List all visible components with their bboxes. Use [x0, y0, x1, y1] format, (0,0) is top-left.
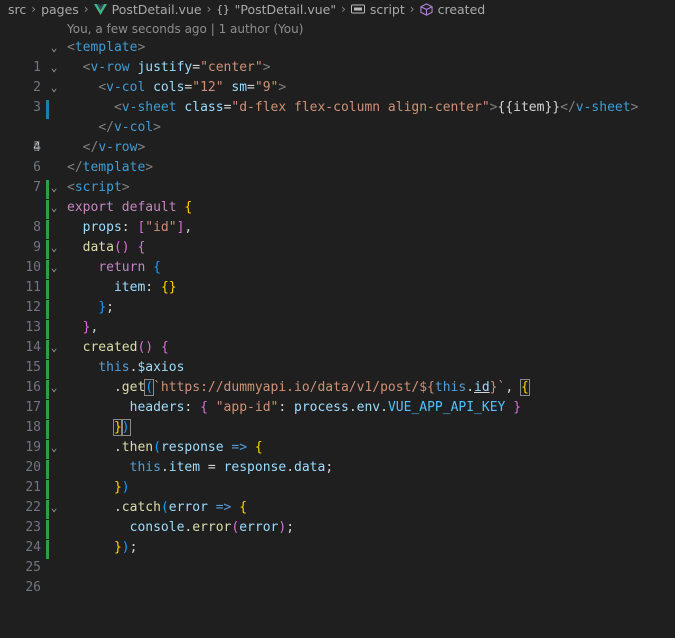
braces-icon: {} [216, 2, 230, 16]
git-added-marker[interactable] [46, 420, 49, 439]
code-text: item: {} [113, 280, 177, 295]
code-line[interactable]: 20 }) [0, 418, 675, 475]
chevron-down-icon[interactable]: ⌄ [48, 438, 60, 458]
chevron-down-icon[interactable]: ⌄ [48, 178, 60, 198]
code-line[interactable]: 19 headers: { "app-id": process.env.VUE_… [0, 398, 675, 455]
breadcrumb-created-label: created [437, 1, 486, 17]
breadcrumb-module-label: "PostDetail.vue" [234, 1, 337, 17]
code-line[interactable]: 25 console.error(error); [0, 518, 675, 575]
element-icon [350, 4, 365, 14]
chevron-right-icon: › [83, 2, 89, 16]
chevron-down-icon[interactable]: ⌄ [48, 238, 60, 258]
code-line[interactable]: 13 item: {} [0, 278, 675, 335]
chevron-right-icon: › [31, 2, 37, 16]
code-line[interactable]: 8 ⌄ <script> [0, 178, 675, 235]
code-text: data() { [82, 240, 146, 255]
git-added-marker[interactable] [46, 400, 49, 419]
git-blame-codelens[interactable]: You, a few seconds ago | 1 author (You) [0, 18, 675, 40]
code-text: </template> [67, 160, 154, 175]
code-text: export default { [67, 200, 193, 215]
code-text: </v-col> [98, 120, 161, 135]
code-line[interactable]: 17 this.$axios [0, 358, 675, 415]
code-line[interactable]: 3 ⌄ <v-col cols="12" sm="9"> [0, 78, 675, 115]
code-line[interactable]: 1 ⌄ <template> [0, 38, 675, 75]
git-added-marker[interactable] [46, 280, 49, 299]
code-line[interactable]: 6 </v-row> [0, 138, 675, 175]
code-text: .catch(error => { [113, 500, 248, 515]
git-added-marker[interactable] [46, 540, 49, 559]
code-text: <template> [67, 40, 146, 55]
git-modified-marker[interactable] [46, 100, 49, 119]
chevron-down-icon[interactable]: ⌄ [48, 198, 60, 218]
chevron-down-icon[interactable]: ⌄ [48, 58, 60, 78]
code-line[interactable]: 12 ⌄ return { [0, 258, 675, 315]
code-line[interactable]: 7 </template> [0, 158, 675, 195]
chevron-right-icon: › [206, 2, 212, 16]
chevron-down-icon[interactable]: ⌄ [48, 78, 60, 98]
code-line[interactable]: 4 <v-sheet class="d-flex flex-column ali… [0, 98, 675, 155]
code-text: </v-row> [82, 140, 146, 155]
code-text: <v-sheet class="d-flex flex-column align… [113, 100, 639, 115]
code-text: created() { [82, 340, 169, 355]
breadcrumb-pages[interactable]: pages [41, 2, 79, 17]
code-line[interactable]: 11 ⌄ data() { [0, 238, 675, 295]
code-text: .get(`https://dummyapi.io/data/v1/post/$… [113, 379, 530, 396]
git-added-marker[interactable] [46, 460, 49, 479]
code-text: <v-row justify="center"> [82, 60, 271, 75]
code-text: }, [82, 320, 99, 335]
chevron-right-icon: › [341, 2, 346, 16]
code-line[interactable]: 21 ⌄ .then(response => { [0, 438, 675, 495]
code-text: return { [98, 260, 161, 275]
breadcrumb-module[interactable]: {} "PostDetail.vue" [216, 2, 336, 17]
code-text: this.$axios [98, 360, 185, 375]
breadcrumb-file-label: PostDetail.vue [111, 1, 202, 17]
code-line[interactable]: 24 ⌄ .catch(error => { [0, 498, 675, 555]
chevron-down-icon[interactable]: ⌄ [48, 38, 60, 58]
breadcrumb-file[interactable]: PostDetail.vue [93, 1, 202, 17]
code-text: }; [98, 300, 114, 315]
code-line[interactable]: 16 ⌄ created() { [0, 338, 675, 395]
code-line[interactable]: 5 </v-col> [0, 118, 675, 155]
git-added-marker[interactable] [46, 220, 49, 239]
line-number: 26 [25, 580, 41, 595]
code-text: }) [113, 480, 130, 495]
code-line[interactable]: 23 }) [0, 478, 675, 535]
code-line[interactable]: 14 }; [0, 298, 675, 355]
code-line[interactable]: 22 this.item = response.data; [0, 458, 675, 515]
git-added-marker[interactable] [46, 300, 49, 319]
breadcrumb: src › pages › PostDetail.vue › {} "PostD… [0, 0, 675, 18]
git-added-marker[interactable] [46, 360, 49, 379]
breadcrumb-src[interactable]: src [8, 2, 26, 17]
code-line[interactable]: 9 ⌄ export default { [0, 198, 675, 255]
chevron-down-icon[interactable]: ⌄ [48, 378, 60, 398]
git-added-marker[interactable] [46, 480, 49, 499]
code-line[interactable]: 2 ⌄ <v-row justify="center"> [0, 58, 675, 95]
breadcrumb-script[interactable]: script [350, 1, 405, 17]
code-editor[interactable]: 1 ⌄ <template> 2 ⌄ <v-row justify="cente… [0, 38, 675, 595]
breadcrumb-created[interactable]: created [419, 1, 486, 17]
chevron-right-icon: › [409, 2, 415, 16]
code-text: headers: { "app-id": process.env.VUE_APP… [129, 400, 522, 415]
code-text: }) [112, 419, 131, 436]
git-added-marker[interactable] [46, 320, 49, 339]
code-text: }); [113, 540, 138, 555]
breadcrumb-script-label: script [369, 1, 405, 17]
vue-logo-icon [93, 3, 107, 15]
code-line[interactable]: 15 }, [0, 318, 675, 375]
method-cube-icon [419, 2, 433, 16]
code-line[interactable]: 10 props: ["id"], [0, 218, 675, 275]
code-text: <v-col cols="12" sm="9"> [98, 80, 287, 95]
code-line[interactable]: 18 ⌄ .get(`https://dummyapi.io/data/v1/p… [0, 378, 675, 435]
chevron-down-icon[interactable]: ⌄ [48, 338, 60, 358]
chevron-down-icon[interactable]: ⌄ [48, 498, 60, 518]
code-text: console.error(error); [129, 520, 295, 535]
git-added-marker[interactable] [46, 520, 49, 539]
code-line[interactable]: 26 }); [0, 538, 675, 595]
code-text: .then(response => { [113, 440, 263, 455]
chevron-down-icon[interactable]: ⌄ [48, 258, 60, 278]
code-text: props: ["id"], [82, 220, 193, 235]
code-text: <script> [67, 180, 130, 195]
code-text: this.item = response.data; [129, 460, 334, 475]
